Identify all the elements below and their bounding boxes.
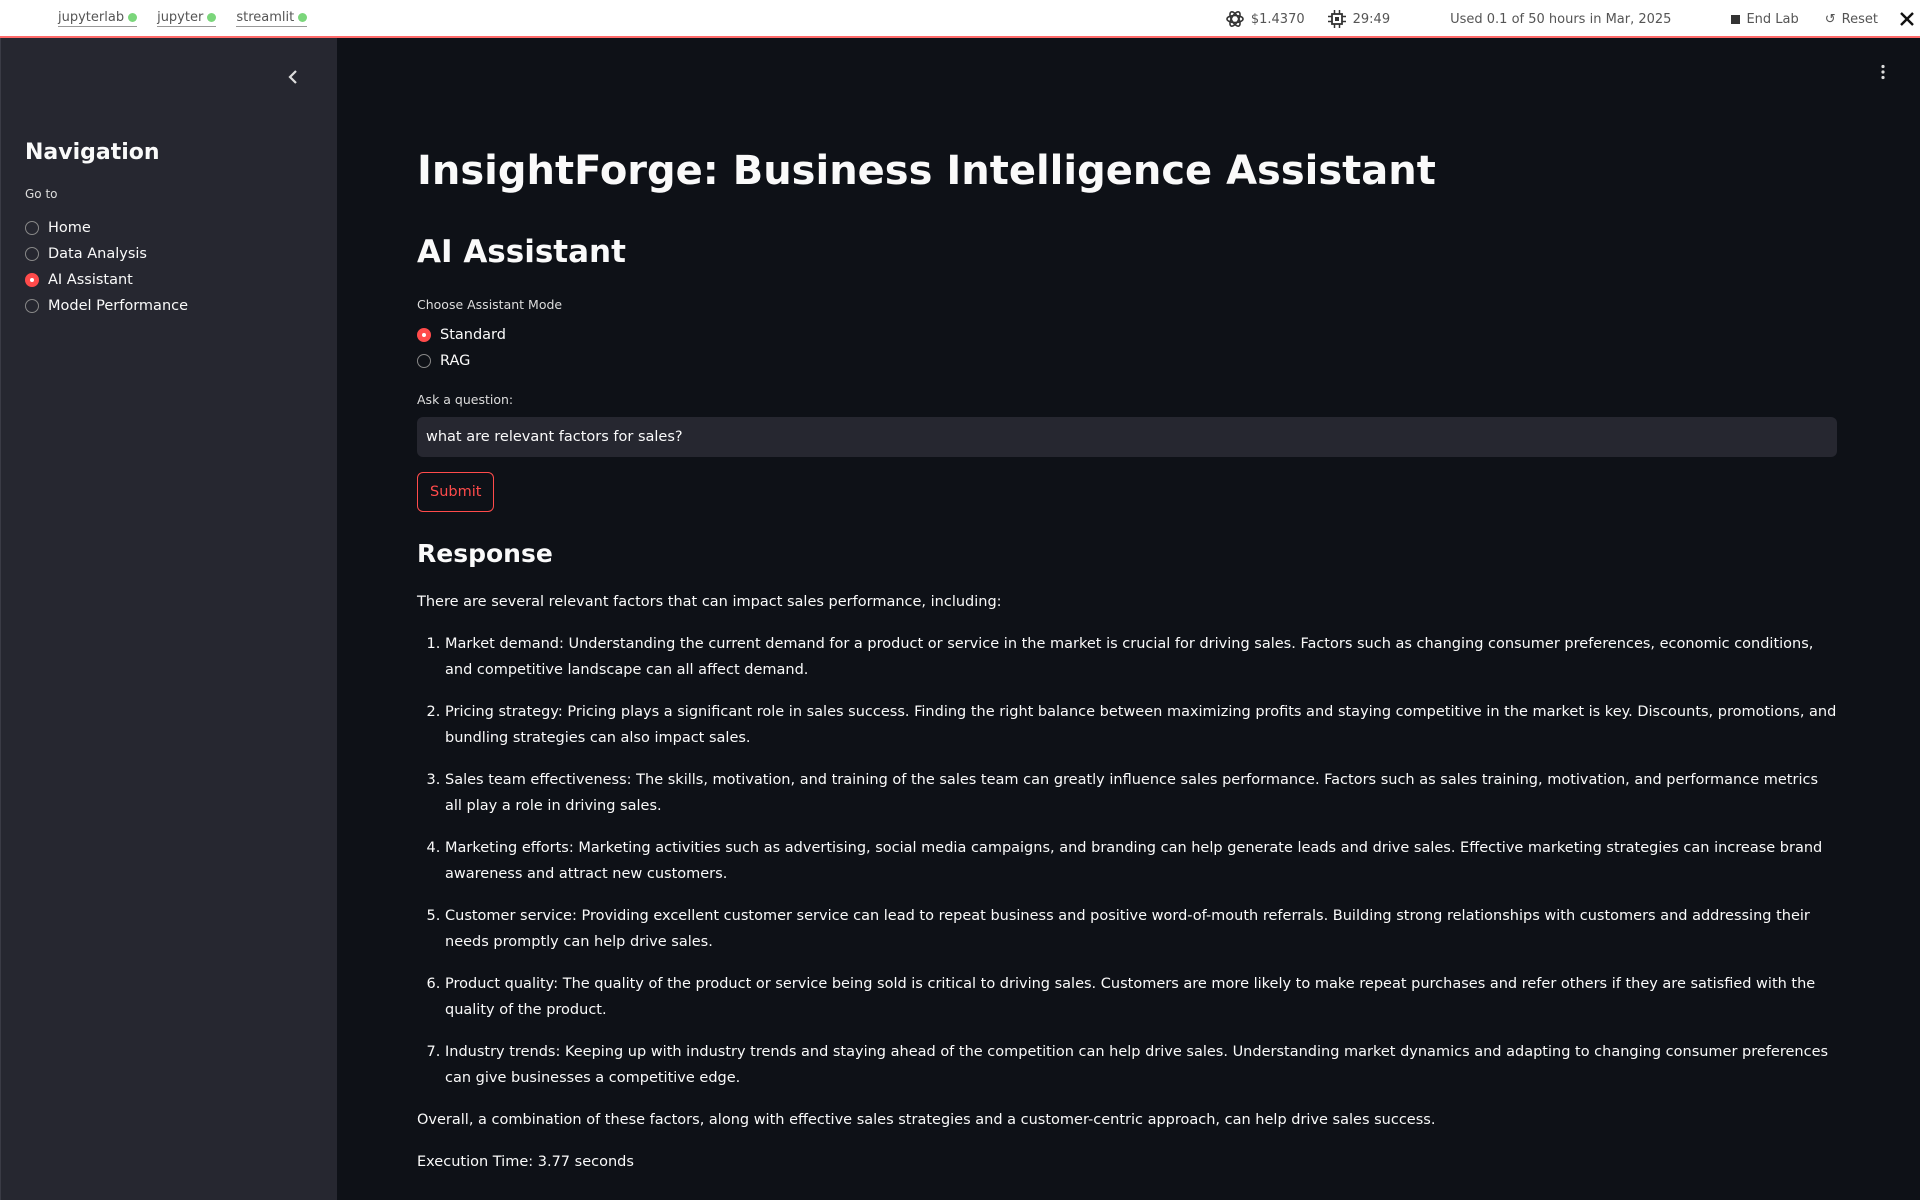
assistant-mode-radio-group: Standard RAG	[417, 322, 506, 374]
radio-icon	[417, 354, 431, 368]
nav-option-label: Data Analysis	[48, 246, 147, 262]
list-item: Marketing efforts: Marketing activities …	[445, 835, 1837, 887]
mode-option-label: Standard	[440, 327, 506, 343]
radio-icon	[25, 247, 39, 261]
list-item: Customer service: Providing excellent cu…	[445, 903, 1837, 955]
tab-streamlit[interactable]: streamlit	[236, 10, 308, 27]
top-bar: jupyterlab jupyter streamlit $1.4370 29:…	[0, 0, 1920, 38]
status-dot-icon	[298, 13, 308, 22]
openai-icon	[1226, 11, 1244, 27]
nav-option-ai-assistant[interactable]: AI Assistant	[25, 267, 188, 293]
response-intro: There are several relevant factors that …	[417, 594, 1002, 610]
nav-option-label: Model Performance	[48, 298, 189, 314]
cost-indicator: $1.4370	[1225, 9, 1305, 29]
reset-label: Reset	[1841, 11, 1878, 27]
main-area: InsightForge: Business Intelligence Assi…	[337, 38, 1920, 1200]
top-bar-status: $1.4370 29:49 Used 0.1 of 50 hours in Ma…	[1225, 9, 1920, 29]
navigation-title: Navigation	[25, 140, 160, 165]
timer-indicator: 29:49	[1327, 9, 1390, 29]
nav-option-label: Home	[48, 220, 91, 236]
fullscreen-icon	[1900, 12, 1914, 26]
list-item: Pricing strategy: Pricing plays a signif…	[445, 699, 1837, 751]
response-list: Market demand: Understanding the current…	[417, 631, 1837, 1091]
mode-option-standard[interactable]: Standard	[417, 322, 506, 348]
list-item: Product quality: The quality of the prod…	[445, 971, 1837, 1023]
navigation-radio-group: Home Data Analysis AI Assistant Model Pe…	[25, 215, 188, 319]
tab-label: jupyter	[157, 10, 204, 25]
mode-option-label: RAG	[440, 353, 471, 369]
timer-value: 29:49	[1352, 11, 1391, 27]
end-lab-label: End Lab	[1746, 11, 1799, 27]
radio-icon	[25, 221, 39, 235]
nav-option-home[interactable]: Home	[25, 215, 188, 241]
mode-label: Choose Assistant Mode	[417, 297, 563, 312]
sidebar: Navigation Go to Home Data Analysis AI A…	[0, 38, 337, 1200]
cost-value: $1.4370	[1250, 11, 1305, 27]
submit-button[interactable]: Submit	[417, 472, 495, 512]
goto-label: Go to	[25, 187, 58, 201]
submit-label: Submit	[430, 484, 482, 500]
reset-button[interactable]: ↺ Reset	[1825, 12, 1878, 27]
reset-icon: ↺	[1824, 11, 1836, 27]
status-dot-icon	[128, 13, 138, 22]
question-label: Ask a question:	[417, 392, 514, 407]
fullscreen-button[interactable]	[1900, 12, 1914, 26]
usage-text: Used 0.1 of 50 hours in Mar, 2025	[1450, 12, 1671, 27]
stop-icon	[1731, 14, 1741, 24]
tab-label: streamlit	[236, 10, 295, 25]
kebab-menu-icon	[1881, 64, 1885, 80]
tab-jupyter[interactable]: jupyter	[157, 10, 217, 27]
end-lab-button[interactable]: End Lab	[1731, 11, 1799, 27]
section-title: AI Assistant	[417, 234, 626, 270]
page-title: InsightForge: Business Intelligence Assi…	[417, 148, 1436, 194]
radio-selected-icon	[417, 328, 431, 342]
nav-option-label: AI Assistant	[48, 272, 133, 288]
list-item: Sales team effectiveness: The skills, mo…	[445, 767, 1837, 819]
response-heading: Response	[417, 539, 553, 568]
mode-option-rag[interactable]: RAG	[417, 348, 506, 374]
response-outro: Overall, a combination of these factors,…	[417, 1112, 1436, 1128]
tab-jupyterlab[interactable]: jupyterlab	[58, 10, 138, 27]
usage-label: Used 0.1 of 50 hours in Mar, 2025	[1450, 11, 1672, 27]
main-menu-button[interactable]	[1880, 64, 1886, 85]
question-input[interactable]: what are relevant factors for sales?	[417, 417, 1837, 457]
list-item: Industry trends: Keeping up with industr…	[445, 1039, 1837, 1091]
nav-option-data-analysis[interactable]: Data Analysis	[25, 241, 188, 267]
execution-time: Execution Time: 3.77 seconds	[417, 1154, 634, 1170]
status-dot-icon	[207, 13, 217, 22]
cpu-icon	[1327, 10, 1346, 28]
service-tabs: jupyterlab jupyter streamlit	[58, 10, 308, 27]
radio-icon	[25, 299, 39, 313]
question-input-value: what are relevant factors for sales?	[426, 429, 683, 445]
chevron-left-icon	[288, 70, 297, 84]
radio-selected-icon	[25, 273, 39, 287]
response-body: There are several relevant factors that …	[417, 589, 1837, 1191]
list-item: Market demand: Understanding the current…	[445, 631, 1837, 683]
nav-option-model-performance[interactable]: Model Performance	[25, 293, 188, 319]
tab-label: jupyterlab	[58, 10, 125, 25]
collapse-sidebar-button[interactable]	[287, 66, 299, 90]
